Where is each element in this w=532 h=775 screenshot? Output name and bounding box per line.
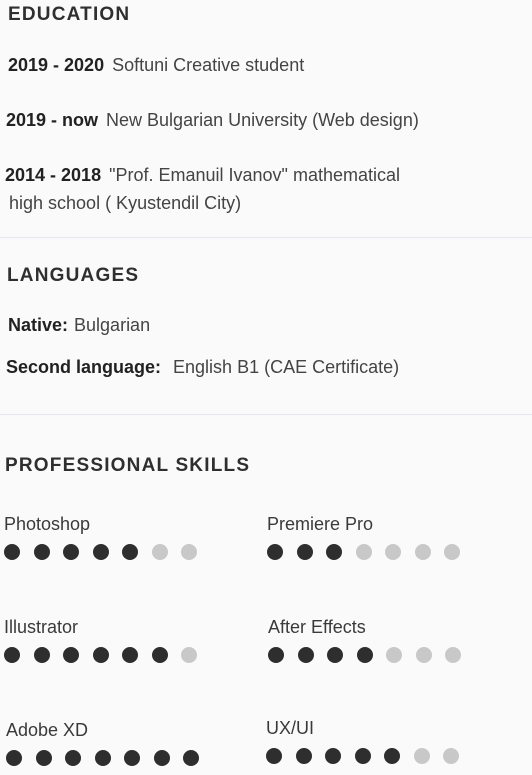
skill-item: Premiere Pro [267,512,497,560]
rating-dot-filled [92,647,109,663]
skill-name: Photoshop [4,514,91,534]
rating-dot-filled [153,750,170,766]
rating-dot-filled [4,544,20,560]
language-second-value: English B1 (CAE Certificate) [173,357,400,377]
language-second-label: Second language: [6,357,162,377]
rating-dot-filled [356,647,373,663]
rating-dot-filled [124,750,140,766]
skill-rating [266,748,496,764]
education-item: 2019 - 2020 Softuni Creative student [8,51,304,79]
rating-dot-filled [325,748,341,764]
education-item: 2019 - now New Bulgarian University (Web … [6,106,419,134]
education-heading: EDUCATION [8,4,131,25]
skill-name: Premiere Pro [267,514,374,534]
rating-dot-filled [63,544,79,560]
rating-dot-filled [295,748,312,764]
skill-name: UX/UI [266,718,315,738]
rating-dot-filled [268,647,284,663]
rating-dot-filled [65,750,81,766]
rating-dot-filled [326,544,342,560]
rating-dot-filled [327,647,343,663]
skill-rating [267,544,497,560]
languages-heading: LANGUAGES [7,265,140,286]
rating-dot-empty [386,647,402,663]
rating-dot-filled [151,647,168,663]
section-divider [0,414,532,415]
skill-item: Adobe XD [6,718,236,766]
rating-dot-filled [354,748,371,764]
education-text: New Bulgarian University (Web design) [106,110,419,130]
education-text: "Prof. Emanuil Ivanov" mathematical [109,165,400,185]
rating-dot-filled [94,750,111,766]
rating-dot-empty [151,544,168,560]
rating-dot-empty [443,748,459,764]
skill-rating [4,544,234,560]
rating-dot-filled [266,748,282,764]
skill-rating [6,750,236,766]
skill-name: After Effects [268,617,366,637]
rating-dot-filled [183,750,199,766]
skill-rating [4,647,234,663]
skill-item: After Effects [268,615,498,663]
skill-item: Photoshop [4,512,234,560]
rating-dot-empty [181,647,197,663]
education-text: Softuni Creative student [112,55,305,75]
rating-dot-empty [385,544,401,560]
rating-dot-filled [4,647,20,663]
rating-dot-empty [181,544,197,560]
rating-dot-filled [384,748,400,764]
skills-heading: PROFESSIONAL SKILLS [5,455,251,476]
rating-dot-empty [444,544,460,560]
language-native: Native: Bulgarian [8,311,150,339]
rating-dot-filled [267,544,283,560]
rating-dot-filled [35,750,52,766]
rating-dot-filled [6,750,22,766]
rating-dot-filled [296,544,313,560]
section-divider [0,237,532,238]
rating-dot-empty [413,748,430,764]
rating-dot-filled [33,647,50,663]
education-years: 2014 - 2018 [5,165,102,185]
skill-name: Illustrator [4,617,79,637]
education-item: 2014 - 2018 "Prof. Emanuil Ivanov" mathem… [5,161,400,217]
rating-dot-empty [415,647,432,663]
resume-page: EDUCATION 2019 - 2020 Softuni Creative st… [0,0,532,775]
education-years: 2019 - now [6,110,99,130]
skill-name: Adobe XD [6,720,89,740]
rating-dot-filled [33,544,50,560]
rating-dot-filled [297,647,314,663]
skill-item: Illustrator [4,615,234,663]
education-years: 2019 - 2020 [8,55,105,75]
rating-dot-empty [355,544,372,560]
skill-item: UX/UI [266,716,496,764]
language-native-label: Native: [8,315,69,335]
rating-dot-empty [414,544,431,560]
rating-dot-filled [122,544,138,560]
language-native-value: Bulgarian [74,315,151,335]
rating-dot-filled [92,544,109,560]
rating-dot-filled [122,647,138,663]
rating-dot-empty [445,647,461,663]
education-text-continued: high school ( Kyustendil City) [9,193,242,213]
language-second: Second language: English B1 (CAE Certific… [6,353,399,381]
skill-rating [268,647,498,663]
rating-dot-filled [63,647,79,663]
